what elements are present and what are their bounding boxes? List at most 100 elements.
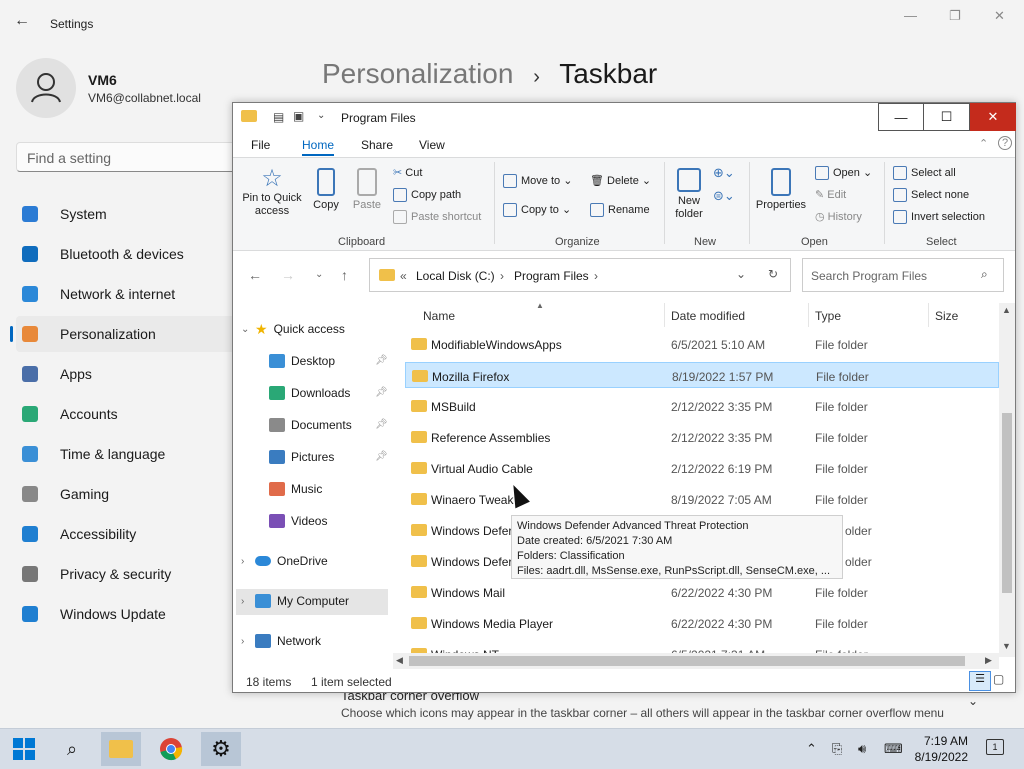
select-all-button[interactable]: Select all [893,166,956,180]
address-part-program-files[interactable]: Program Files [514,269,589,283]
table-row[interactable]: Winaero Tweak 8/19/2022 7:05 AM File folde… [405,486,999,512]
pin-icon[interactable]: 📌︎ [375,451,388,462]
customize-qat-icon[interactable]: ⌄ [317,110,325,121]
paste-shortcut-button[interactable]: Paste shortcut [393,210,481,224]
new-item-icon[interactable]: ⊕⌄ [713,165,735,181]
minimize-button[interactable]: — [878,103,924,131]
column-date-modified[interactable]: Date modified [671,309,745,323]
tree-my-computer[interactable]: › My Computer [241,589,349,613]
sidebar-item-apps[interactable]: Apps [22,356,237,392]
properties-button[interactable]: Properties [753,168,809,212]
open-button[interactable]: Open ⌄ [815,166,872,181]
tree-item-pictures[interactable]: Pictures [269,445,334,469]
help-icon[interactable]: ? [998,136,1012,150]
volume-icon[interactable]: 🔊︎ [858,741,866,757]
sidebar-item-accessibility[interactable]: Accessibility [22,516,237,552]
column-divider[interactable] [808,303,809,327]
table-row[interactable]: Reference Assemblies 2/12/2022 3:35 PM Fil… [405,424,999,450]
details-view-icon[interactable]: ☰ [969,671,991,691]
chevron-right-icon[interactable]: › [241,556,255,567]
easy-access-icon[interactable]: ⊜⌄ [713,188,735,204]
chevron-right-icon[interactable]: › [241,636,255,647]
vertical-scrollbar[interactable]: ▲ ▼ [999,303,1015,657]
sidebar-item-system[interactable]: System [22,196,237,232]
tab-share[interactable]: Share [361,138,393,152]
maximize-button[interactable]: ☐ [924,103,970,131]
column-type[interactable]: Type [815,309,841,323]
column-divider[interactable] [928,303,929,327]
cut-button[interactable]: ✂ Cut [393,166,422,179]
select-none-button[interactable]: Select none [893,188,969,202]
file-explorer-taskbar-button[interactable] [101,732,141,766]
tab-file[interactable]: File [251,138,270,152]
copy-path-button[interactable]: Copy path [393,188,461,202]
close-button[interactable]: ✕ [970,103,1016,131]
scroll-right-icon[interactable]: ▶ [985,655,992,666]
back-arrow-icon[interactable]: ← [248,267,262,283]
invert-selection-button[interactable]: Invert selection [893,210,985,224]
address-bar[interactable]: « Local Disk (C:) › Program Files › ⌄ ↻ [369,258,791,292]
horizontal-scroll-thumb[interactable] [409,656,965,666]
search-input[interactable]: Search Program Files ⌕ [802,258,1004,292]
breadcrumb-parent[interactable]: Personalization [322,58,513,89]
clock[interactable]: 7:19 AM 8/19/2022 [912,733,968,765]
minimize-ribbon-icon[interactable]: ⌃ [979,137,988,150]
notification-center-icon[interactable]: 1 [986,739,1004,755]
chevron-right-icon[interactable]: › [241,596,255,607]
table-row[interactable]: Virtual Audio Cable 2/12/2022 6:19 PM File… [405,455,999,481]
address-dropdown-icon[interactable]: ⌄ [736,267,746,281]
sidebar-item-personalization[interactable]: Personalization [10,316,237,352]
chevron-down-icon[interactable]: ⌄ [241,324,255,335]
back-arrow-icon[interactable]: ← [14,12,30,30]
copy-button[interactable]: Copy [311,168,341,212]
copy-to-button[interactable]: Copy to ⌄ [503,203,571,218]
column-divider[interactable] [664,303,665,327]
sidebar-item-bluetooth-devices[interactable]: Bluetooth & devices [22,236,237,272]
explorer-titlebar[interactable]: ▤ ▣ ⌄ Program Files — ☐ ✕ [233,103,1016,133]
column-name[interactable]: Name [423,309,455,323]
table-row[interactable]: MSBuild 2/12/2022 3:35 PM File folder [405,393,999,419]
recent-locations-icon[interactable]: ⌄ [315,269,323,280]
tree-quick-access[interactable]: ⌄ ★ Quick access [241,317,345,341]
close-icon[interactable]: ✕ [994,8,1005,24]
column-size[interactable]: Size [935,309,958,323]
table-row[interactable]: Mozilla Firefox 8/19/2022 1:57 PM File fol… [405,362,999,388]
table-row[interactable]: Windows Media Player 6/22/2022 4:30 PM Fil… [405,610,999,636]
scroll-up-icon[interactable]: ▲ [1002,305,1011,315]
properties-quick-icon[interactable]: ▤ [273,110,284,124]
delete-button[interactable]: 🗑︎ Delete ⌄ [590,174,651,187]
tab-view[interactable]: View [419,138,445,152]
large-icons-view-icon[interactable]: ▢ [993,672,1004,686]
search-icon[interactable]: ⌕ [52,732,92,766]
tab-home[interactable]: Home [302,138,335,156]
maximize-icon[interactable]: ❐ [949,8,961,24]
new-folder-button[interactable]: New folder [671,168,707,221]
tree-item-downloads[interactable]: Downloads [269,381,350,405]
tree-network[interactable]: › Network [241,629,321,653]
tree-item-desktop[interactable]: Desktop [269,349,335,373]
sidebar-item-time-language[interactable]: Time & language [22,436,237,472]
forward-arrow-icon[interactable]: → [281,267,295,283]
sidebar-item-accounts[interactable]: Accounts [22,396,237,432]
start-button[interactable] [4,732,44,766]
vertical-scroll-thumb[interactable] [1002,413,1012,593]
chrome-taskbar-button[interactable] [151,732,191,766]
refresh-icon[interactable]: ↻ [768,267,778,281]
sidebar-item-gaming[interactable]: Gaming [22,476,237,512]
settings-taskbar-button[interactable]: ⚙ [201,732,241,766]
move-to-button[interactable]: Move to ⌄ [503,174,572,189]
tree-item-videos[interactable]: Videos [269,509,327,533]
table-row[interactable]: Windows Mail 6/22/2022 4:30 PM File folder [405,579,999,605]
table-row[interactable]: ModifiableWindowsApps 6/5/2021 5:10 AM Fil… [405,331,999,357]
minimize-icon[interactable]: — [904,8,917,23]
horizontal-scrollbar[interactable]: ◀ ▶ [393,653,999,669]
history-button[interactable]: ◷ History [815,210,862,223]
address-overflow[interactable]: « [400,269,407,283]
paste-button[interactable]: Paste [351,168,383,212]
chevron-up-icon[interactable]: ⌃ [806,741,817,757]
scroll-down-icon[interactable]: ▼ [1002,641,1011,651]
tree-onedrive[interactable]: › OneDrive [241,549,328,573]
network-icon[interactable]: ⎘ [832,741,842,757]
new-folder-quick-icon[interactable]: ▣ [293,109,304,123]
sidebar-item-privacy-security[interactable]: Privacy & security [22,556,237,592]
